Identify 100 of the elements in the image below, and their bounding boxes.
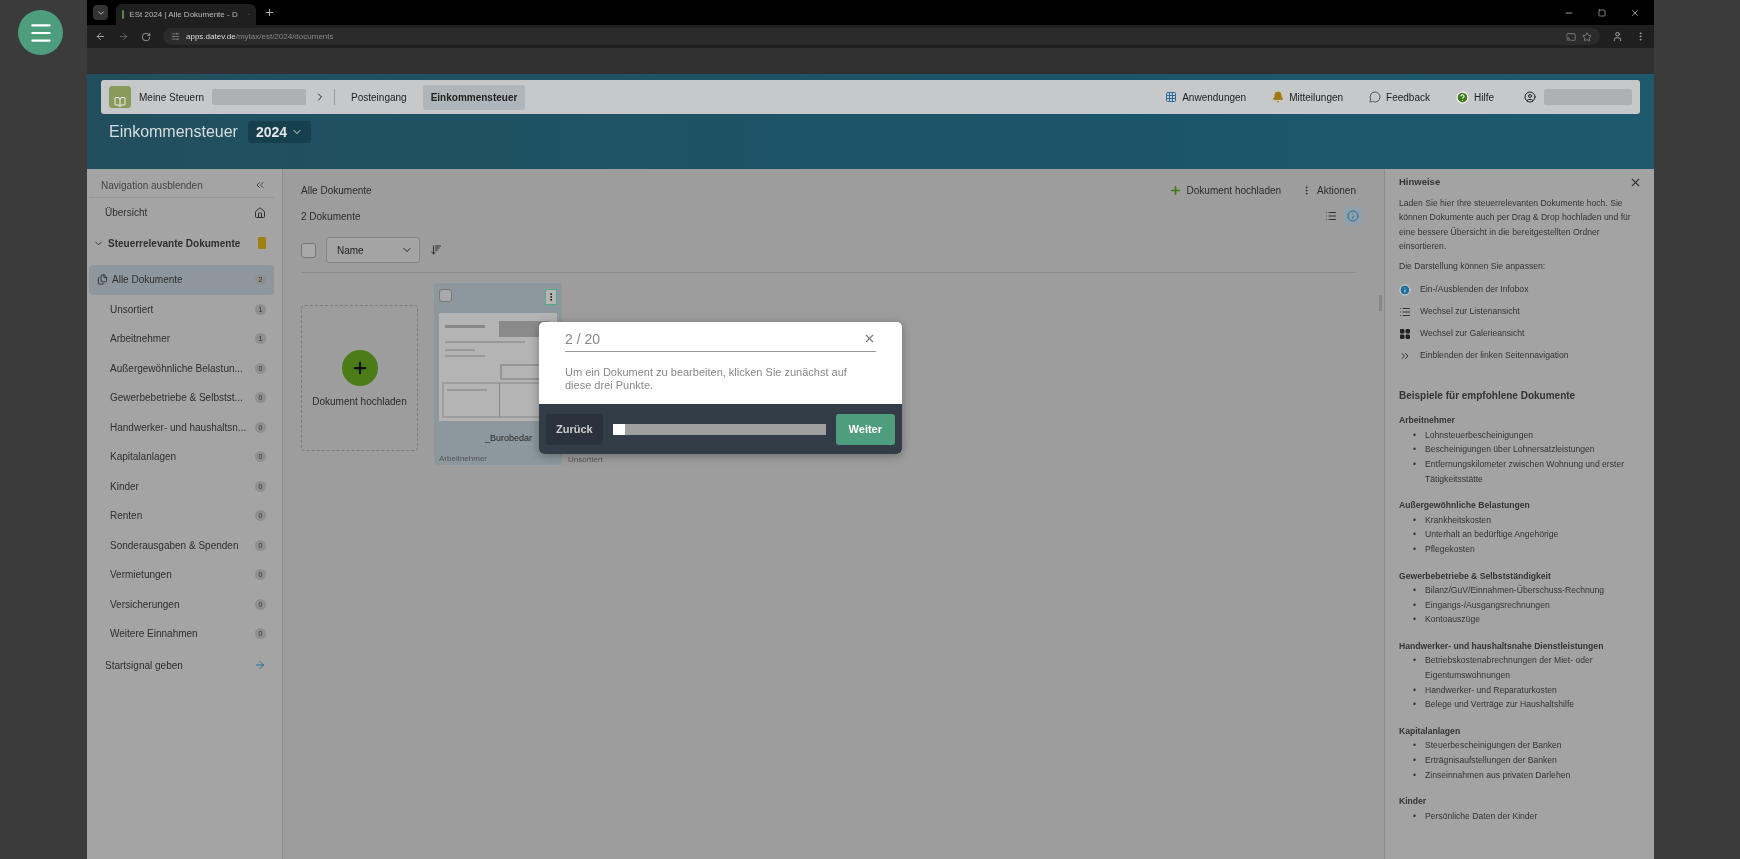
group-heading: Gewerbebetriebe & Selbstständigkeit — [1399, 569, 1552, 583]
group-heading: Kinder — [1399, 795, 1428, 809]
example-item: Pflegekosten — [1425, 542, 1475, 556]
help-icon — [1456, 90, 1469, 104]
info-icon — [1347, 210, 1359, 222]
bullet: • — [1413, 428, 1417, 442]
bullet: • — [1413, 754, 1417, 768]
legend-text: Einblenden der linken Seitennavigation — [1420, 349, 1569, 363]
example-item: Erträgnisaufstellungen der Banken — [1425, 754, 1557, 768]
example-item: Steuerbescheinigungen der Banken — [1425, 739, 1562, 753]
profile-icon[interactable] — [1612, 31, 1623, 42]
hide-navigation-label: Navigation ausblenden — [101, 179, 203, 191]
intro-text: Laden Sie hier Ihre steuerrelevanten Dokumente hoch. Sie können Dokumente auch per Drag & Drop hochladen und für eine bessere Übersicht in die bereitgestellten Ordner einsortieren. — [1399, 196, 1632, 254]
example-item: Entfernungskilometer zwischen Wohnung und erster Tätigkeitsstätte — [1425, 457, 1626, 486]
upload-tile[interactable]: Dokument hochladen — [301, 305, 418, 451]
legend-text: Wechsel zur Galerieansicht — [1420, 327, 1525, 341]
plus-icon — [1168, 183, 1182, 197]
list-icon — [1325, 210, 1337, 222]
overview-link[interactable]: Übersicht — [105, 207, 148, 218]
next-button[interactable]: Weiter — [835, 413, 895, 445]
example-item: Betriebskostenabrechnungen der Miet- oder Eigentumswohnungen — [1425, 654, 1594, 683]
maximize-icon[interactable] — [1598, 8, 1606, 17]
bullet: • — [1413, 739, 1417, 753]
panel-title: Hinweise — [1399, 175, 1441, 189]
user-icon — [1524, 91, 1536, 103]
example-item: Handwerker- und Reparaturkosten — [1425, 683, 1557, 697]
list-icon — [1399, 305, 1411, 318]
menu-button[interactable] — [18, 10, 63, 55]
header-link[interactable]: Feedback — [1369, 91, 1430, 103]
sort-dropdown[interactable]: Name — [326, 237, 420, 263]
header-link[interactable]: Mitteilungen — [1272, 91, 1344, 103]
upload-link[interactable]: Dokument hochladen — [1168, 183, 1282, 197]
example-item: Bescheinigungen über Lohnersatzleistungen — [1425, 443, 1595, 457]
document-name: _Burobedar — [485, 433, 533, 443]
header-link[interactable]: Anwendungen — [1165, 91, 1247, 103]
collapse-icon[interactable] — [254, 179, 266, 191]
folder-icon — [258, 237, 266, 249]
example-item: Kontoauszüge — [1425, 613, 1480, 627]
example-item: Belege und Verträge zur Haushaltshilfe — [1425, 698, 1575, 712]
logo-icon — [109, 86, 131, 108]
document-count: 2 Dokumente — [301, 210, 361, 222]
new-tab-icon[interactable] — [264, 7, 275, 18]
example-item: Zinseinnahmen aus privaten Darlehen — [1425, 768, 1571, 782]
example-item: Lohnsteuerbescheinigungen — [1425, 428, 1533, 442]
section-title[interactable]: Steuerrelevante Dokumente — [108, 237, 241, 249]
bullet: • — [1413, 443, 1417, 457]
customize-text: Die Darstellung können Sie anpassen: — [1399, 259, 1547, 273]
actions-menu[interactable]: Aktionen — [1301, 184, 1356, 196]
example-item: Krankheitskosten — [1425, 513, 1491, 527]
bullet: • — [1413, 457, 1417, 471]
back-icon[interactable] — [95, 31, 106, 42]
example-item: Unterhalt an bedürftige Angehörige — [1425, 528, 1559, 542]
header-link[interactable]: Hilfe — [1456, 90, 1494, 104]
tour-text: Um ein Dokument zu bearbeiten, klicken Sie zunächst auf diese drei Punkte. — [565, 366, 848, 392]
legend-text: Ein-/Ausblenden der Infobox — [1420, 283, 1529, 297]
group-heading: Kapitalanlagen — [1399, 724, 1462, 738]
arrow-right-icon — [254, 659, 266, 671]
examples-heading: Beispiele für empfohlene Dokumente — [1399, 388, 1577, 403]
bullet: • — [1413, 598, 1417, 612]
example-item: Persönliche Daten der Kinder — [1425, 809, 1538, 823]
bullet: • — [1413, 654, 1417, 668]
bullet: • — [1413, 513, 1417, 527]
address-bar[interactable]: apps.datev.de/mytax/est/2024/documents — [163, 28, 1600, 45]
start-signal-link[interactable]: Startsignal geben — [105, 659, 183, 671]
example-item: Bilanz/GuV/Einnahmen-Überschuss-Rechnung — [1425, 584, 1605, 598]
more-button[interactable] — [545, 289, 557, 305]
forward-icon[interactable] — [118, 31, 129, 42]
bullet: • — [1413, 613, 1417, 627]
legend-text: Wechsel zur Listenansicht — [1420, 305, 1520, 319]
checkbox[interactable] — [439, 289, 452, 302]
browser-tab[interactable]: ESt 2024 | Alle Dokumente - D — [116, 4, 256, 25]
reload-icon[interactable] — [141, 31, 151, 42]
sort-order-icon[interactable] — [430, 244, 442, 256]
example-item: Eingangs-/Ausgangsrechnungen — [1425, 598, 1550, 612]
app-name: Meine Steuern — [139, 91, 205, 103]
bullet: • — [1413, 683, 1417, 697]
grid-icon — [1165, 91, 1178, 103]
step-counter: 2 / 20 — [565, 330, 601, 347]
bell-icon — [1272, 91, 1285, 103]
document-category: Arbeitnehmer — [439, 454, 489, 463]
chat-icon — [1369, 91, 1382, 103]
breadcrumb-link[interactable]: Posteingang — [343, 84, 415, 110]
document-category: Unsortiert — [568, 455, 603, 464]
bullet: • — [1413, 542, 1417, 556]
bullet: • — [1413, 768, 1417, 782]
section-heading: Alle Dokumente — [301, 184, 372, 196]
info-toggle-button[interactable] — [1344, 207, 1362, 225]
tab-search-button[interactable] — [93, 5, 108, 20]
group-heading: Arbeitnehmer — [1399, 414, 1456, 428]
breadcrumb-link[interactable]: Einkommensteuer — [422, 84, 526, 110]
group-heading: Außergewöhnliche Belastungen — [1399, 499, 1531, 513]
plus-icon — [341, 349, 378, 386]
tab-title: ESt 2024 | Alle Dokumente - D — [129, 10, 238, 19]
group-heading: Handwerker- und haushaltsnahe Dienstleistungen — [1399, 639, 1605, 653]
year-selector[interactable]: 2024 — [247, 121, 312, 143]
bullet: • — [1413, 528, 1417, 542]
select-all-checkbox[interactable] — [301, 242, 316, 258]
bullet: • — [1413, 584, 1417, 598]
gallery-icon — [1399, 327, 1411, 340]
back-button[interactable]: Zurück — [546, 413, 603, 445]
